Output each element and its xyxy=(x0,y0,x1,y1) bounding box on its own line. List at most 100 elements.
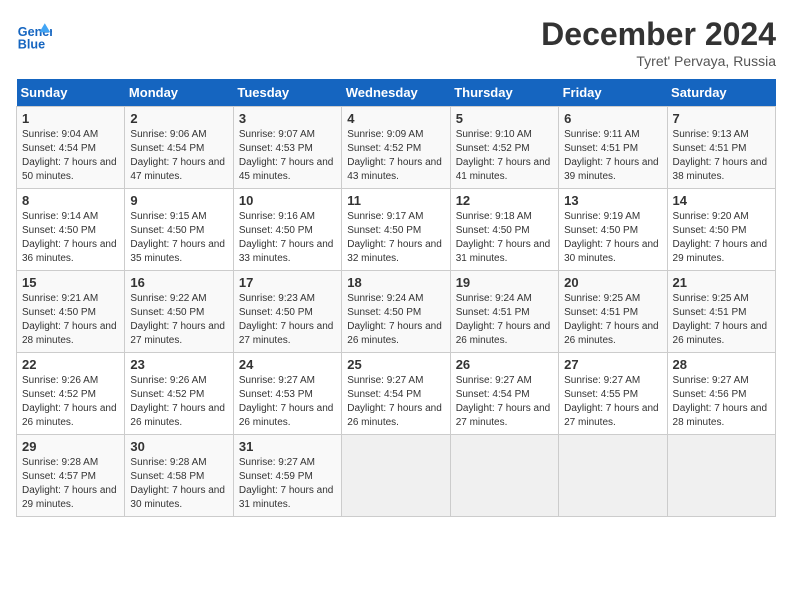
cell-info: Sunrise: 9:27 AMSunset: 4:54 PMDaylight:… xyxy=(456,375,551,428)
col-header-sunday: Sunday xyxy=(17,79,125,107)
calendar-cell: 20 Sunrise: 9:25 AMSunset: 4:51 PMDaylig… xyxy=(559,271,667,353)
calendar-cell: 10 Sunrise: 9:16 AMSunset: 4:50 PMDaylig… xyxy=(233,189,341,271)
day-number: 8 xyxy=(22,193,119,208)
location-subtitle: Tyret' Pervaya, Russia xyxy=(541,53,776,69)
cell-info: Sunrise: 9:14 AMSunset: 4:50 PMDaylight:… xyxy=(22,211,117,264)
calendar-table: SundayMondayTuesdayWednesdayThursdayFrid… xyxy=(16,79,776,517)
calendar-cell: 13 Sunrise: 9:19 AMSunset: 4:50 PMDaylig… xyxy=(559,189,667,271)
calendar-week-row: 8 Sunrise: 9:14 AMSunset: 4:50 PMDayligh… xyxy=(17,189,776,271)
calendar-cell: 4 Sunrise: 9:09 AMSunset: 4:52 PMDayligh… xyxy=(342,107,450,189)
calendar-cell: 5 Sunrise: 9:10 AMSunset: 4:52 PMDayligh… xyxy=(450,107,558,189)
col-header-monday: Monday xyxy=(125,79,233,107)
cell-info: Sunrise: 9:27 AMSunset: 4:54 PMDaylight:… xyxy=(347,375,442,428)
day-number: 4 xyxy=(347,111,444,126)
calendar-cell: 22 Sunrise: 9:26 AMSunset: 4:52 PMDaylig… xyxy=(17,353,125,435)
calendar-cell: 14 Sunrise: 9:20 AMSunset: 4:50 PMDaylig… xyxy=(667,189,775,271)
day-number: 31 xyxy=(239,439,336,454)
day-number: 30 xyxy=(130,439,227,454)
day-number: 29 xyxy=(22,439,119,454)
cell-info: Sunrise: 9:25 AMSunset: 4:51 PMDaylight:… xyxy=(564,293,659,346)
calendar-cell: 16 Sunrise: 9:22 AMSunset: 4:50 PMDaylig… xyxy=(125,271,233,353)
day-number: 16 xyxy=(130,275,227,290)
calendar-cell: 23 Sunrise: 9:26 AMSunset: 4:52 PMDaylig… xyxy=(125,353,233,435)
calendar-cell: 3 Sunrise: 9:07 AMSunset: 4:53 PMDayligh… xyxy=(233,107,341,189)
cell-info: Sunrise: 9:18 AMSunset: 4:50 PMDaylight:… xyxy=(456,211,551,264)
calendar-cell xyxy=(667,435,775,517)
col-header-tuesday: Tuesday xyxy=(233,79,341,107)
day-number: 26 xyxy=(456,357,553,372)
calendar-cell: 2 Sunrise: 9:06 AMSunset: 4:54 PMDayligh… xyxy=(125,107,233,189)
calendar-cell: 9 Sunrise: 9:15 AMSunset: 4:50 PMDayligh… xyxy=(125,189,233,271)
calendar-cell: 7 Sunrise: 9:13 AMSunset: 4:51 PMDayligh… xyxy=(667,107,775,189)
day-number: 18 xyxy=(347,275,444,290)
calendar-header-row: SundayMondayTuesdayWednesdayThursdayFrid… xyxy=(17,79,776,107)
col-header-friday: Friday xyxy=(559,79,667,107)
cell-info: Sunrise: 9:04 AMSunset: 4:54 PMDaylight:… xyxy=(22,129,117,182)
calendar-cell xyxy=(559,435,667,517)
calendar-week-row: 15 Sunrise: 9:21 AMSunset: 4:50 PMDaylig… xyxy=(17,271,776,353)
calendar-cell xyxy=(342,435,450,517)
day-number: 14 xyxy=(673,193,770,208)
calendar-week-row: 1 Sunrise: 9:04 AMSunset: 4:54 PMDayligh… xyxy=(17,107,776,189)
cell-info: Sunrise: 9:13 AMSunset: 4:51 PMDaylight:… xyxy=(673,129,768,182)
calendar-cell: 6 Sunrise: 9:11 AMSunset: 4:51 PMDayligh… xyxy=(559,107,667,189)
day-number: 3 xyxy=(239,111,336,126)
day-number: 19 xyxy=(456,275,553,290)
cell-info: Sunrise: 9:27 AMSunset: 4:55 PMDaylight:… xyxy=(564,375,659,428)
cell-info: Sunrise: 9:26 AMSunset: 4:52 PMDaylight:… xyxy=(130,375,225,428)
logo: General Blue xyxy=(16,16,52,52)
calendar-body: 1 Sunrise: 9:04 AMSunset: 4:54 PMDayligh… xyxy=(17,107,776,517)
calendar-week-row: 22 Sunrise: 9:26 AMSunset: 4:52 PMDaylig… xyxy=(17,353,776,435)
calendar-cell: 18 Sunrise: 9:24 AMSunset: 4:50 PMDaylig… xyxy=(342,271,450,353)
day-number: 7 xyxy=(673,111,770,126)
calendar-cell: 15 Sunrise: 9:21 AMSunset: 4:50 PMDaylig… xyxy=(17,271,125,353)
calendar-cell: 25 Sunrise: 9:27 AMSunset: 4:54 PMDaylig… xyxy=(342,353,450,435)
calendar-cell: 31 Sunrise: 9:27 AMSunset: 4:59 PMDaylig… xyxy=(233,435,341,517)
day-number: 24 xyxy=(239,357,336,372)
calendar-cell: 1 Sunrise: 9:04 AMSunset: 4:54 PMDayligh… xyxy=(17,107,125,189)
calendar-cell: 24 Sunrise: 9:27 AMSunset: 4:53 PMDaylig… xyxy=(233,353,341,435)
cell-info: Sunrise: 9:23 AMSunset: 4:50 PMDaylight:… xyxy=(239,293,334,346)
day-number: 28 xyxy=(673,357,770,372)
cell-info: Sunrise: 9:16 AMSunset: 4:50 PMDaylight:… xyxy=(239,211,334,264)
day-number: 11 xyxy=(347,193,444,208)
cell-info: Sunrise: 9:19 AMSunset: 4:50 PMDaylight:… xyxy=(564,211,659,264)
day-number: 15 xyxy=(22,275,119,290)
month-title: December 2024 xyxy=(541,16,776,53)
calendar-cell: 30 Sunrise: 9:28 AMSunset: 4:58 PMDaylig… xyxy=(125,435,233,517)
cell-info: Sunrise: 9:24 AMSunset: 4:50 PMDaylight:… xyxy=(347,293,442,346)
day-number: 20 xyxy=(564,275,661,290)
day-number: 21 xyxy=(673,275,770,290)
cell-info: Sunrise: 9:10 AMSunset: 4:52 PMDaylight:… xyxy=(456,129,551,182)
cell-info: Sunrise: 9:07 AMSunset: 4:53 PMDaylight:… xyxy=(239,129,334,182)
cell-info: Sunrise: 9:22 AMSunset: 4:50 PMDaylight:… xyxy=(130,293,225,346)
calendar-cell: 19 Sunrise: 9:24 AMSunset: 4:51 PMDaylig… xyxy=(450,271,558,353)
day-number: 23 xyxy=(130,357,227,372)
col-header-thursday: Thursday xyxy=(450,79,558,107)
day-number: 27 xyxy=(564,357,661,372)
calendar-cell: 8 Sunrise: 9:14 AMSunset: 4:50 PMDayligh… xyxy=(17,189,125,271)
day-number: 13 xyxy=(564,193,661,208)
day-number: 5 xyxy=(456,111,553,126)
day-number: 1 xyxy=(22,111,119,126)
calendar-cell xyxy=(450,435,558,517)
cell-info: Sunrise: 9:27 AMSunset: 4:56 PMDaylight:… xyxy=(673,375,768,428)
cell-info: Sunrise: 9:11 AMSunset: 4:51 PMDaylight:… xyxy=(564,129,659,182)
cell-info: Sunrise: 9:17 AMSunset: 4:50 PMDaylight:… xyxy=(347,211,442,264)
calendar-cell: 28 Sunrise: 9:27 AMSunset: 4:56 PMDaylig… xyxy=(667,353,775,435)
calendar-cell: 17 Sunrise: 9:23 AMSunset: 4:50 PMDaylig… xyxy=(233,271,341,353)
cell-info: Sunrise: 9:21 AMSunset: 4:50 PMDaylight:… xyxy=(22,293,117,346)
calendar-week-row: 29 Sunrise: 9:28 AMSunset: 4:57 PMDaylig… xyxy=(17,435,776,517)
day-number: 22 xyxy=(22,357,119,372)
calendar-cell: 26 Sunrise: 9:27 AMSunset: 4:54 PMDaylig… xyxy=(450,353,558,435)
svg-text:Blue: Blue xyxy=(18,37,45,51)
cell-info: Sunrise: 9:28 AMSunset: 4:58 PMDaylight:… xyxy=(130,457,225,510)
cell-info: Sunrise: 9:27 AMSunset: 4:59 PMDaylight:… xyxy=(239,457,334,510)
calendar-cell: 29 Sunrise: 9:28 AMSunset: 4:57 PMDaylig… xyxy=(17,435,125,517)
cell-info: Sunrise: 9:25 AMSunset: 4:51 PMDaylight:… xyxy=(673,293,768,346)
calendar-cell: 27 Sunrise: 9:27 AMSunset: 4:55 PMDaylig… xyxy=(559,353,667,435)
page-header: General Blue December 2024 Tyret' Pervay… xyxy=(16,16,776,69)
col-header-saturday: Saturday xyxy=(667,79,775,107)
cell-info: Sunrise: 9:26 AMSunset: 4:52 PMDaylight:… xyxy=(22,375,117,428)
day-number: 10 xyxy=(239,193,336,208)
